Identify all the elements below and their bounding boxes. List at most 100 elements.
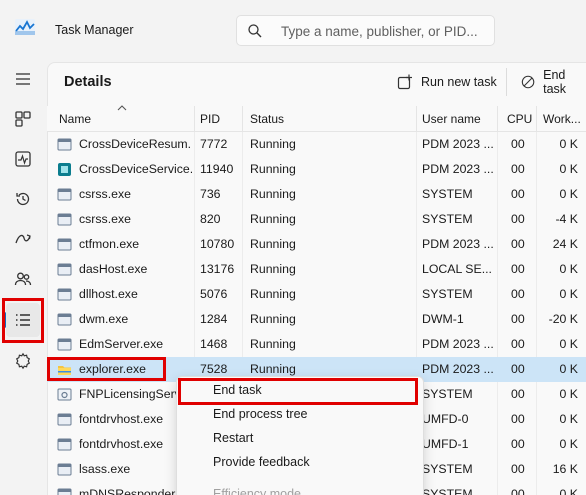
menu-item-provide-feedback[interactable]: Provide feedback [177, 450, 425, 474]
table-row[interactable]: dwm.exe 1284 Running DWM-1 00 -20 K [47, 307, 586, 332]
app-default-icon [57, 263, 72, 276]
process-working-set: 0 K [559, 362, 578, 376]
column-divider[interactable] [536, 106, 537, 132]
column-header-working-set[interactable]: Work... [543, 112, 581, 126]
users-icon [14, 272, 32, 286]
process-pid: 1468 [200, 337, 228, 351]
sidebar-item-details[interactable] [6, 303, 40, 337]
process-working-set: 0 K [559, 387, 578, 401]
process-name: EdmServer.exe [79, 337, 164, 351]
table-row[interactable]: CrossDeviceResum... 7772 Running PDM 2023 .… [47, 132, 586, 157]
app-default-icon [57, 413, 72, 426]
details-icon [16, 314, 30, 326]
process-working-set: -4 K [555, 212, 578, 226]
run-new-task-label: Run new task [421, 75, 497, 89]
process-user: UMFD-1 [422, 437, 469, 451]
search-icon [248, 24, 262, 38]
process-pid: 10780 [200, 237, 235, 251]
column-divider[interactable] [194, 106, 195, 132]
column-header-status[interactable]: Status [250, 112, 284, 126]
run-new-task-button[interactable]: Run new task [397, 71, 497, 93]
process-user: LOCAL SE... [422, 262, 492, 276]
process-name: csrss.exe [79, 187, 131, 201]
menu-item-label: Efficiency mode [213, 487, 302, 495]
menu-item-restart[interactable]: Restart [177, 426, 425, 450]
process-user: SYSTEM [422, 462, 473, 476]
app-default-icon [57, 288, 72, 301]
menu-item-end-task[interactable]: End task [177, 378, 425, 402]
search-box[interactable] [236, 15, 495, 46]
sidebar-item-app-history[interactable] [6, 182, 40, 216]
process-status: Running [250, 287, 296, 301]
process-working-set: 16 K [552, 462, 578, 476]
sidebar-item-startup-apps[interactable] [6, 222, 40, 256]
table-row[interactable]: CrossDeviceService... 11940 Running PDM 202… [47, 157, 586, 182]
process-user: SYSTEM [422, 487, 473, 495]
table-row[interactable]: csrss.exe 736 Running SYSTEM 00 0 K [47, 182, 586, 207]
column-divider[interactable] [497, 106, 498, 132]
process-cpu: 00 [511, 212, 525, 226]
process-cpu: 00 [511, 387, 525, 401]
services-icon [15, 352, 31, 370]
process-name: dwm.exe [79, 312, 129, 326]
app-history-icon [16, 192, 30, 206]
table-row[interactable]: dllhost.exe 5076 Running SYSTEM 00 0 K [47, 282, 586, 307]
process-name: dasHost.exe [79, 262, 148, 276]
column-header-cpu[interactable]: CPU [507, 112, 532, 126]
process-cpu: 00 [511, 162, 525, 176]
sidebar-item-users[interactable] [6, 262, 40, 296]
column-header-user-name[interactable]: User name [422, 112, 481, 126]
search-input[interactable] [281, 22, 486, 40]
sidebar-item-services[interactable] [6, 344, 40, 378]
process-cpu: 00 [511, 487, 525, 495]
process-name: CrossDeviceResum... [79, 137, 192, 151]
toolbar-divider [506, 68, 507, 96]
sidebar-item-performance[interactable] [6, 142, 40, 176]
process-cpu: 00 [511, 437, 525, 451]
process-pid: 11940 [200, 162, 234, 176]
process-cpu: 00 [511, 262, 525, 276]
sidebar-item-processes[interactable] [6, 102, 40, 136]
process-working-set: -20 K [548, 312, 578, 326]
column-divider[interactable] [242, 106, 243, 132]
process-working-set: 0 K [559, 437, 578, 451]
process-status: Running [250, 237, 296, 251]
column-header-pid[interactable]: PID [200, 112, 220, 126]
process-pid: 736 [200, 187, 221, 201]
hamburger-menu-button[interactable] [6, 62, 40, 96]
column-header-name[interactable]: Name [59, 112, 91, 126]
process-user: SYSTEM [422, 287, 473, 301]
process-working-set: 0 K [559, 262, 578, 276]
process-working-set: 0 K [559, 287, 578, 301]
process-name: ctfmon.exe [79, 237, 140, 251]
startup-apps-icon [15, 234, 31, 244]
app-teal-icon [58, 163, 71, 176]
run-new-task-icon [397, 74, 412, 90]
sidebar [0, 62, 47, 495]
process-user: PDM 2023 ... [422, 237, 494, 251]
menu-item-end-process-tree[interactable]: End process tree [177, 402, 425, 426]
process-pid: 13176 [200, 262, 235, 276]
process-cpu: 00 [511, 412, 525, 426]
table-row[interactable]: dasHost.exe 13176 Running LOCAL SE... 00 0 K [47, 257, 586, 282]
table-row[interactable]: EdmServer.exe 1468 Running PDM 2023 ... 00 0 … [47, 332, 586, 357]
folder-icon [58, 366, 71, 375]
process-working-set: 0 K [559, 187, 578, 201]
app-title: Task Manager [55, 23, 134, 37]
app-default-icon [57, 438, 72, 451]
table-row[interactable]: ctfmon.exe 10780 Running PDM 2023 ... 00 24 K [47, 232, 586, 257]
process-pid: 820 [200, 212, 221, 226]
menu-item-efficiency-mode: Efficiency mode [177, 482, 425, 495]
process-working-set: 0 K [559, 137, 578, 151]
process-user: SYSTEM [422, 212, 473, 226]
app-default-icon [57, 138, 72, 151]
process-pid: 1284 [200, 312, 228, 326]
process-name: csrss.exe [79, 212, 131, 226]
process-user: DWM-1 [422, 312, 464, 326]
process-user: SYSTEM [422, 387, 473, 401]
table-row[interactable]: csrss.exe 820 Running SYSTEM 00 -4 K [47, 207, 586, 232]
performance-icon [15, 151, 31, 167]
end-task-toolbar-button[interactable]: End task [521, 68, 586, 96]
column-divider[interactable] [416, 106, 417, 132]
menu-item-label: Restart [213, 431, 254, 445]
